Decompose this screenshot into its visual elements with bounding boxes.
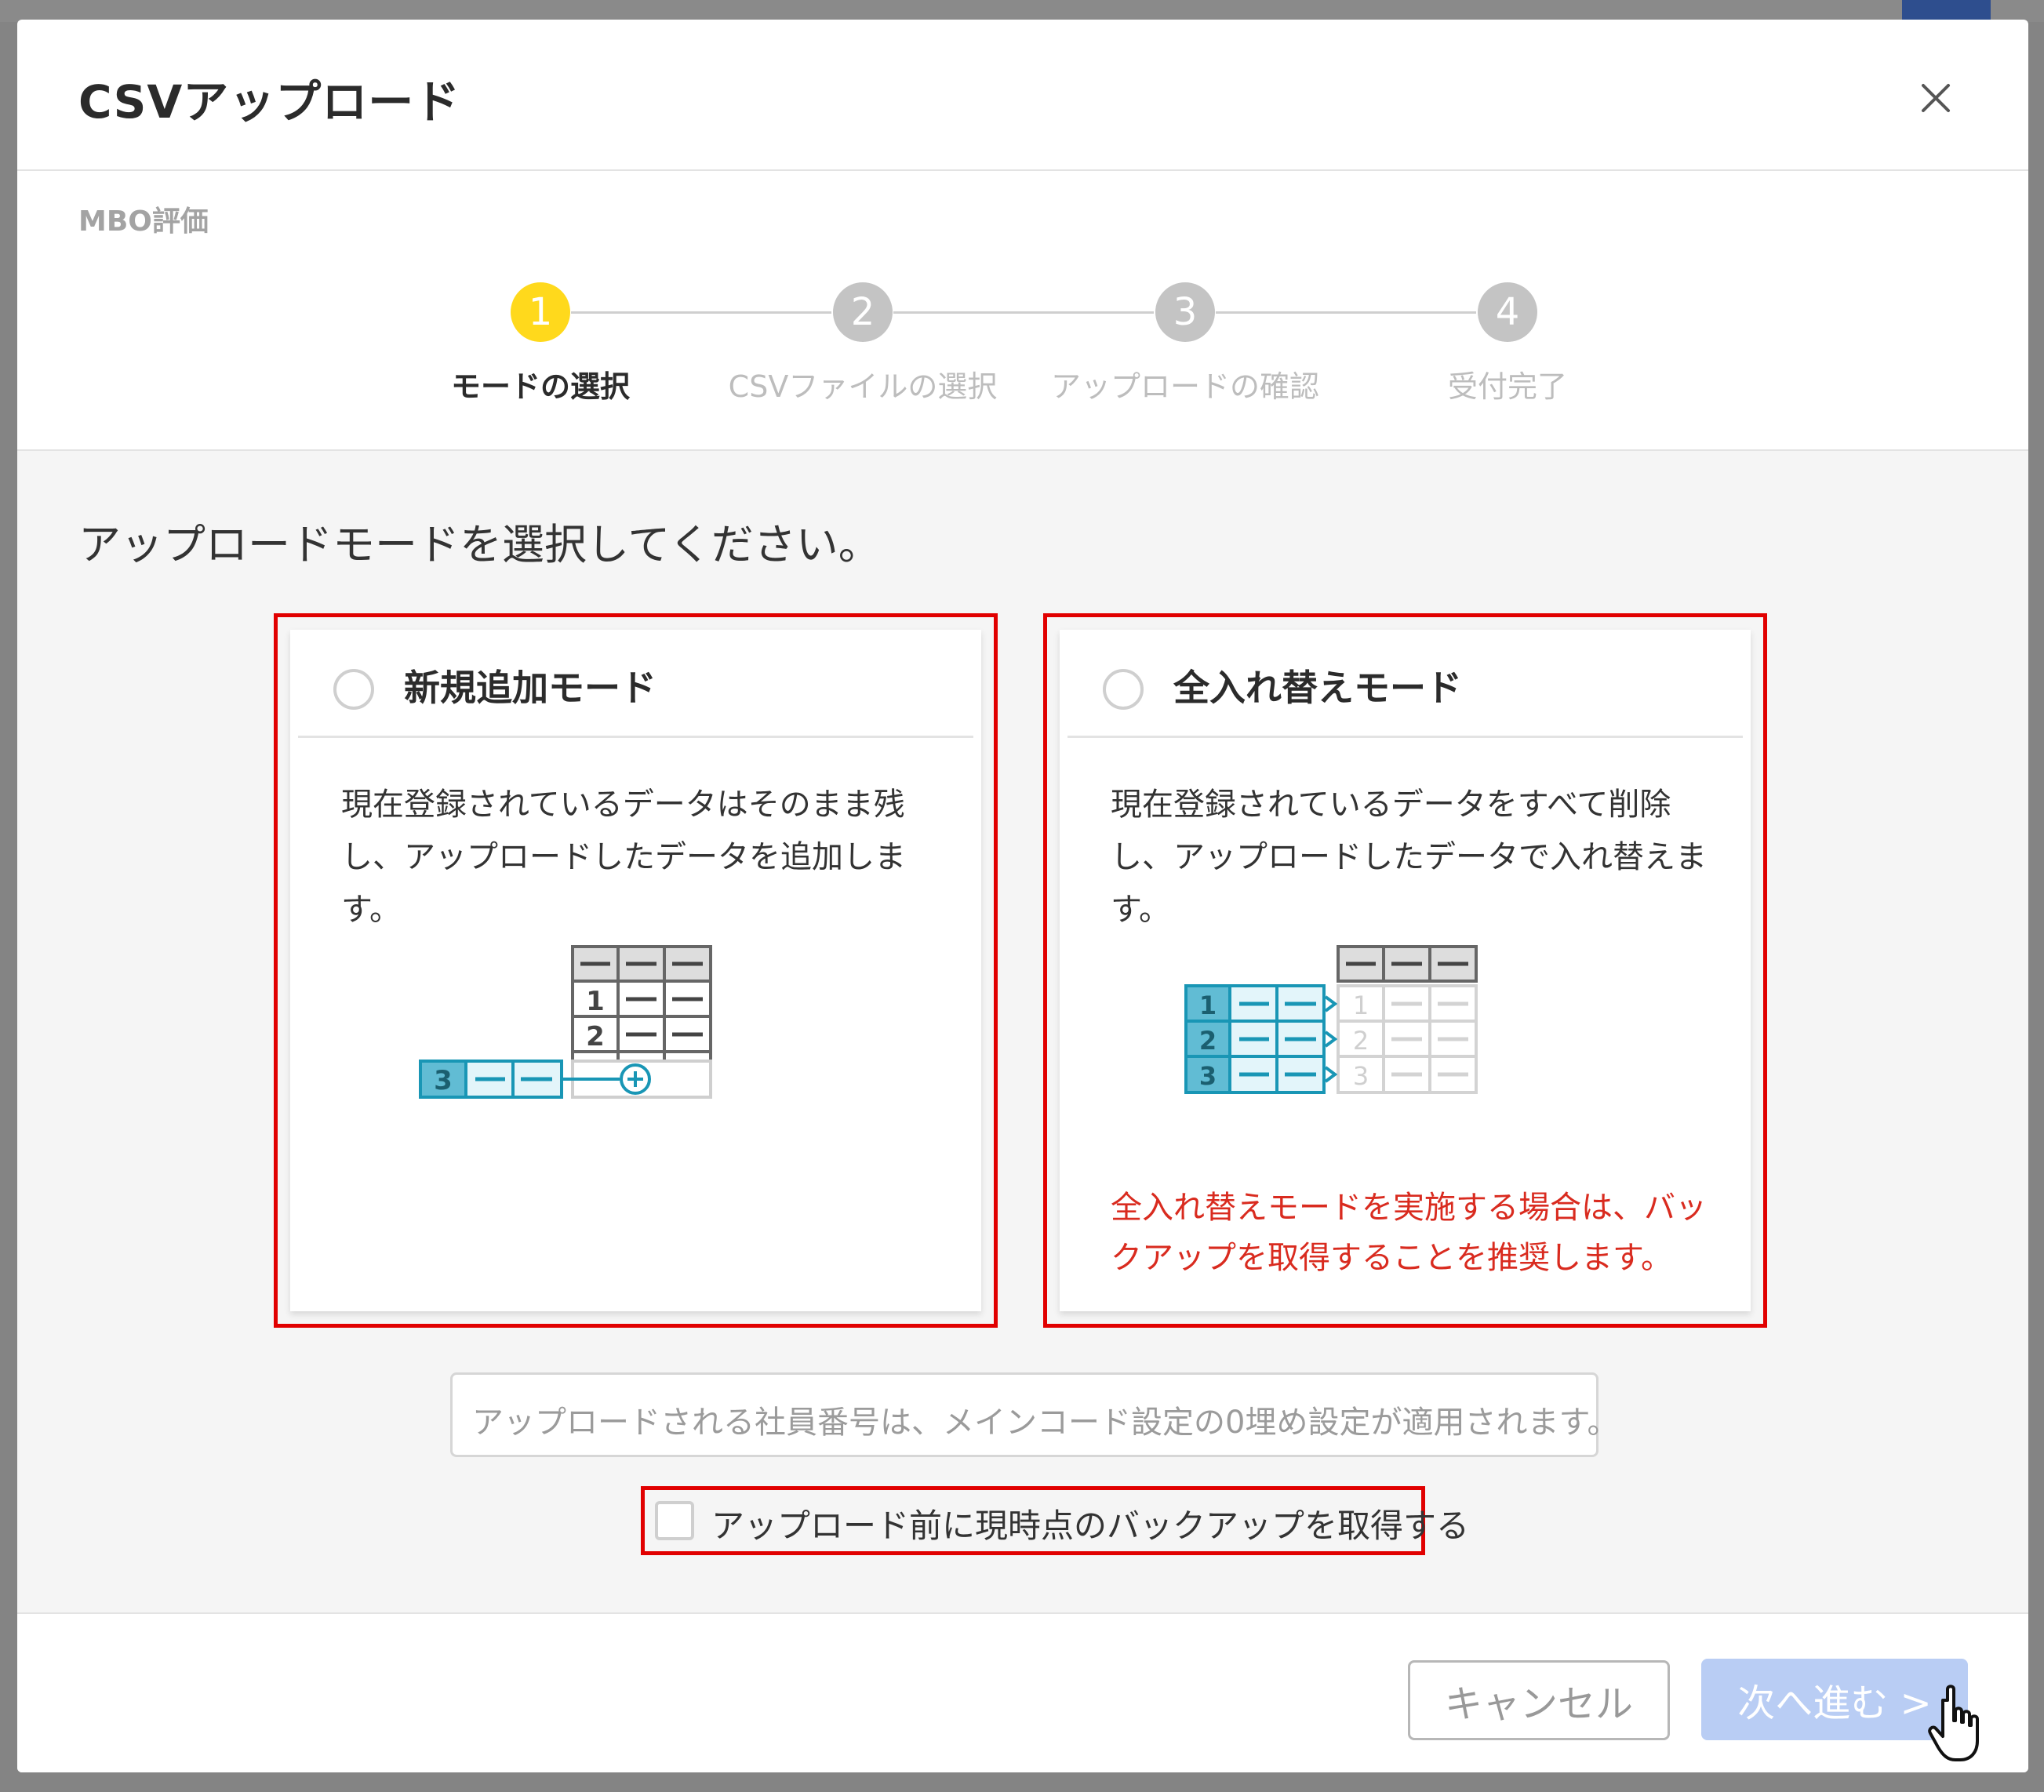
modal-title: CSVアップロード bbox=[78, 75, 461, 129]
step-number: 3 bbox=[1155, 282, 1215, 342]
row-number: 2 bbox=[1199, 1026, 1217, 1056]
background-header-bar bbox=[0, 0, 2044, 22]
notice-text: アップロードされる社員番号は、メインコード設定の0埋め設定が適用されます。 bbox=[472, 1405, 1619, 1441]
mode-replace-warning: 全入れ替えモードを実施する場合は、バックアップを取得することを推奨します。 bbox=[1111, 1190, 1707, 1276]
step-1: 1 モードの選択 bbox=[384, 282, 697, 405]
backup-checkbox-label[interactable]: アップロード前に現時点のバックアップを取得する bbox=[711, 1499, 1469, 1547]
close-icon[interactable] bbox=[1912, 75, 1959, 122]
step-label: CSVファイルの選択 bbox=[728, 369, 998, 404]
cancel-button[interactable]: キャンセル bbox=[1408, 1660, 1670, 1740]
row-number: 2 bbox=[1353, 1026, 1369, 1056]
card-header: 新規追加モード bbox=[298, 630, 973, 738]
step-number: 1 bbox=[511, 282, 570, 342]
mode-replace-title: 全入れ替えモード bbox=[1173, 667, 1462, 709]
modal-body: アップロードモードを選択してください。 新規追加モード 現在登録されているデータ… bbox=[17, 451, 2028, 1614]
row-number: 1 bbox=[586, 986, 605, 1017]
step-4: 4 受付完了 bbox=[1351, 282, 1664, 405]
instruction-text: アップロードモードを選択してください。 bbox=[78, 520, 881, 569]
csv-upload-modal: CSVアップロード MBO評価 1 モードの選択 2 CSVファイルの選択 3 … bbox=[17, 20, 2028, 1772]
hand-cursor-icon bbox=[1928, 1685, 1979, 1761]
mode-replace-radio[interactable] bbox=[1103, 669, 1144, 710]
highlight-frame: アップロード前に現時点のバックアップを取得する bbox=[641, 1486, 1469, 1555]
replace-mode-illustration-icon: 1 2 3 1 2 3 bbox=[1184, 945, 1478, 1094]
step-2: 2 CSVファイルの選択 bbox=[706, 282, 1020, 405]
step-number: 2 bbox=[833, 282, 893, 342]
row-number: 2 bbox=[586, 1021, 605, 1052]
background-search-button bbox=[1902, 0, 1991, 22]
add-mode-illustration-icon: 1 2 3 bbox=[419, 945, 712, 1099]
step-label: アップロードの確認 bbox=[1050, 369, 1319, 404]
row-number: 3 bbox=[434, 1065, 453, 1096]
mode-add-title: 新規追加モード bbox=[404, 667, 656, 709]
mode-card-replace[interactable]: 全入れ替えモード 現在登録されているデータをすべて削除し、アップロードしたデータ… bbox=[1060, 630, 1751, 1311]
step-label: モードの選択 bbox=[450, 369, 630, 404]
stepper: 1 モードの選択 2 CSVファイルの選択 3 アップロードの確認 4 受付完了 bbox=[17, 171, 2028, 449]
highlight-frame: 全入れ替えモード 現在登録されているデータをすべて削除し、アップロードしたデータ… bbox=[1043, 613, 1767, 1328]
mode-card-add[interactable]: 新規追加モード 現在登録されているデータはそのまま残し、アップロードしたデータを… bbox=[290, 630, 981, 1311]
row-number: 1 bbox=[1353, 991, 1369, 1020]
card-header: 全入れ替えモード bbox=[1067, 630, 1743, 738]
modal-subheader: MBO評価 1 モードの選択 2 CSVファイルの選択 3 アップロードの確認 … bbox=[17, 171, 2028, 451]
highlight-frame: 新規追加モード 現在登録されているデータはそのまま残し、アップロードしたデータを… bbox=[274, 613, 998, 1328]
step-3: 3 アップロードの確認 bbox=[1028, 282, 1342, 405]
step-number: 4 bbox=[1478, 282, 1537, 342]
row-number: 3 bbox=[1199, 1061, 1217, 1091]
mode-add-description: 現在登録されているデータはそのまま残し、アップロードしたデータを追加します。 bbox=[341, 787, 906, 928]
modal-footer: キャンセル 次へ進む > bbox=[17, 1616, 2028, 1772]
modal-header: CSVアップロード bbox=[17, 20, 2028, 171]
step-label: 受付完了 bbox=[1447, 369, 1567, 404]
row-number: 3 bbox=[1353, 1061, 1369, 1091]
mode-replace-description: 現在登録されているデータをすべて削除し、アップロードしたデータで入れ替えます。 bbox=[1111, 787, 1707, 928]
backup-checkbox[interactable] bbox=[655, 1501, 694, 1540]
row-number: 1 bbox=[1199, 991, 1217, 1020]
mode-add-radio[interactable] bbox=[333, 669, 374, 710]
employee-number-notice: アップロードされる社員番号は、メインコード設定の0埋め設定が適用されます。 bbox=[450, 1372, 1618, 1457]
